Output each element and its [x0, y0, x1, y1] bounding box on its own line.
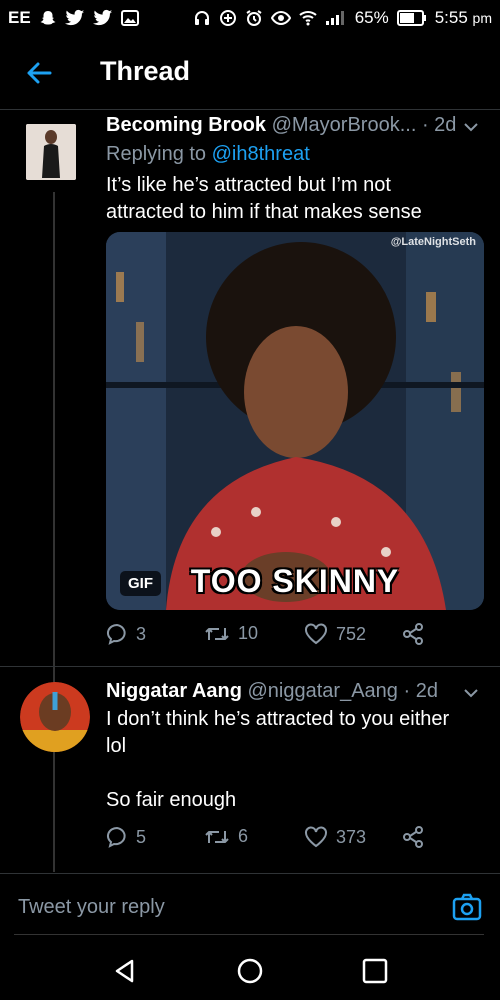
- reply-count: 5: [136, 826, 147, 847]
- chevron-down-icon[interactable]: [462, 684, 480, 702]
- tweet-meta: Niggatar Aang @niggatar_Aang · 2d: [106, 680, 438, 703]
- tweet-2[interactable]: Niggatar Aang @niggatar_Aang · 2d I don’…: [0, 0, 500, 870]
- tweet-actions: 5 6 373: [106, 826, 436, 856]
- reply-input[interactable]: Tweet your reply: [18, 896, 165, 919]
- share-button[interactable]: [402, 826, 424, 848]
- reply-button[interactable]: 5: [106, 826, 146, 848]
- author-name[interactable]: Niggatar Aang: [106, 680, 242, 702]
- nav-recents-icon[interactable]: [362, 958, 388, 984]
- author-handle[interactable]: @niggatar_Aang: [248, 680, 398, 702]
- camera-icon: [452, 893, 482, 921]
- nav-home-icon[interactable]: [237, 958, 263, 984]
- share-icon: [403, 826, 423, 848]
- camera-button[interactable]: [452, 892, 482, 922]
- like-button[interactable]: 373: [304, 826, 366, 848]
- retweet-count: 6: [238, 826, 249, 846]
- reply-icon: [106, 826, 126, 848]
- reply-composer: Tweet your reply: [0, 873, 500, 937]
- tweet-text-line: I don’t think he’s attracted to you eith…: [106, 708, 450, 730]
- tweet-time: · 2d: [403, 680, 438, 702]
- avatar[interactable]: [20, 682, 90, 752]
- like-count: 373: [336, 826, 367, 847]
- tweet-text-line: lol: [106, 735, 127, 757]
- heart-icon: [305, 826, 327, 848]
- reply-underline: [14, 934, 484, 935]
- system-nav-bar: [0, 940, 500, 1000]
- retweet-button[interactable]: 6: [204, 826, 248, 847]
- nav-back-icon[interactable]: [112, 958, 138, 984]
- retweet-icon: [205, 830, 229, 843]
- tweet-text: I don’t think he’s attracted to you eith…: [106, 706, 476, 814]
- tweet-text-line: So fair enough: [106, 789, 237, 811]
